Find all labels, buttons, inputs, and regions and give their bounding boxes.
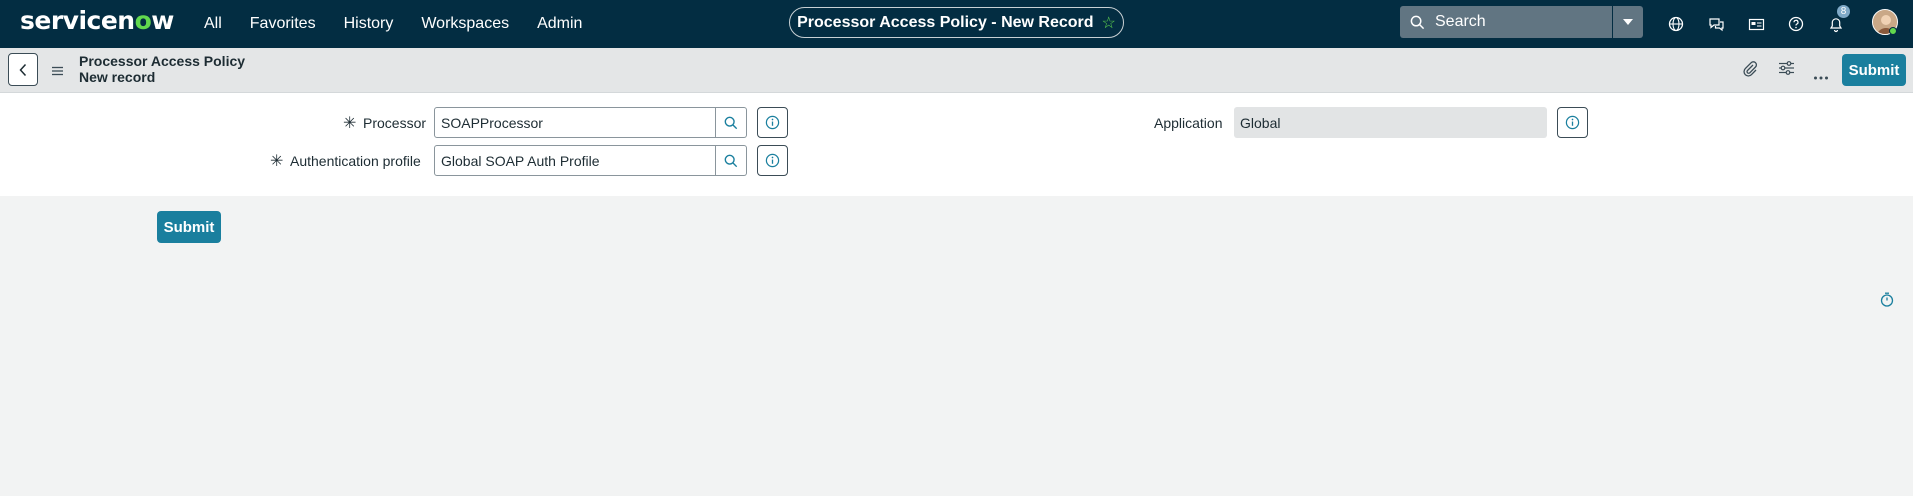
global-search[interactable]: Search [1400, 6, 1612, 38]
submit-button[interactable]: Submit [157, 211, 221, 243]
form-body: ✳ Processor SOAPProcessor ✳ Authenticati… [0, 93, 1913, 196]
chat-icon[interactable] [1704, 12, 1728, 36]
info-icon [1565, 115, 1580, 130]
caret-down-icon [1623, 19, 1633, 25]
processor-label: Processor [363, 115, 427, 131]
card-icon[interactable] [1744, 12, 1768, 36]
timer-icon[interactable] [1880, 292, 1894, 312]
record-title-pill[interactable]: Processor Access Policy - New Record ☆ [789, 7, 1124, 38]
nav-all[interactable]: All [201, 11, 225, 37]
form-title-table: Processor Access Policy [79, 53, 246, 69]
nav-favorites[interactable]: Favorites [247, 11, 319, 37]
globe-icon[interactable] [1664, 12, 1688, 36]
nav-history[interactable]: History [341, 11, 397, 37]
nav-workspaces[interactable]: Workspaces [418, 11, 512, 37]
application-field: Global [1234, 107, 1547, 138]
search-scope-dropdown[interactable] [1613, 6, 1643, 38]
logo-text-o: o [134, 6, 152, 35]
presence-indicator [1889, 27, 1897, 35]
info-icon [765, 153, 780, 168]
star-icon[interactable]: ☆ [1102, 13, 1116, 33]
required-marker: ✳ [343, 115, 357, 132]
form-title-record: New record [79, 69, 156, 85]
application-info-button[interactable] [1557, 107, 1588, 138]
application-label: Application [1154, 115, 1223, 131]
settings-sliders-icon[interactable] [1778, 60, 1795, 81]
logo-text-1: servicen [20, 6, 135, 35]
submit-button-header[interactable]: Submit [1842, 54, 1906, 86]
info-icon [765, 115, 780, 130]
top-navigation-bar: servicenow All Favorites History Workspa… [0, 0, 1913, 48]
auth-profile-field[interactable]: Global SOAP Auth Profile [434, 145, 716, 176]
auth-profile-info-button[interactable] [757, 145, 788, 176]
processor-lookup-button[interactable] [716, 107, 747, 138]
form-header: Processor Access Policy New record Submi… [0, 48, 1913, 93]
auth-profile-label: Authentication profile [290, 153, 421, 169]
logo-text-2: w [151, 6, 174, 35]
search-icon [724, 116, 738, 129]
processor-field[interactable]: SOAPProcessor [434, 107, 716, 138]
nav-admin[interactable]: Admin [534, 11, 585, 37]
help-icon[interactable] [1784, 12, 1808, 36]
paperclip-icon[interactable] [1742, 60, 1758, 83]
search-placeholder: Search [1435, 13, 1486, 30]
main-nav: All Favorites History Workspaces Admin [190, 0, 596, 48]
search-icon [1410, 15, 1425, 29]
search-icon [724, 154, 738, 167]
processor-info-button[interactable] [757, 107, 788, 138]
more-options-icon[interactable] [1813, 67, 1829, 85]
auth-profile-lookup-button[interactable] [716, 145, 747, 176]
servicenow-logo[interactable]: servicenow [20, 6, 174, 35]
required-marker: ✳ [270, 153, 284, 170]
form-title: Processor Access Policy New record [79, 53, 245, 85]
notification-badge: 8 [1836, 4, 1851, 19]
context-menu-icon[interactable] [51, 63, 64, 81]
chevron-left-icon [19, 63, 27, 76]
back-button[interactable] [8, 53, 38, 86]
record-title: Processor Access Policy - New Record [797, 13, 1094, 31]
